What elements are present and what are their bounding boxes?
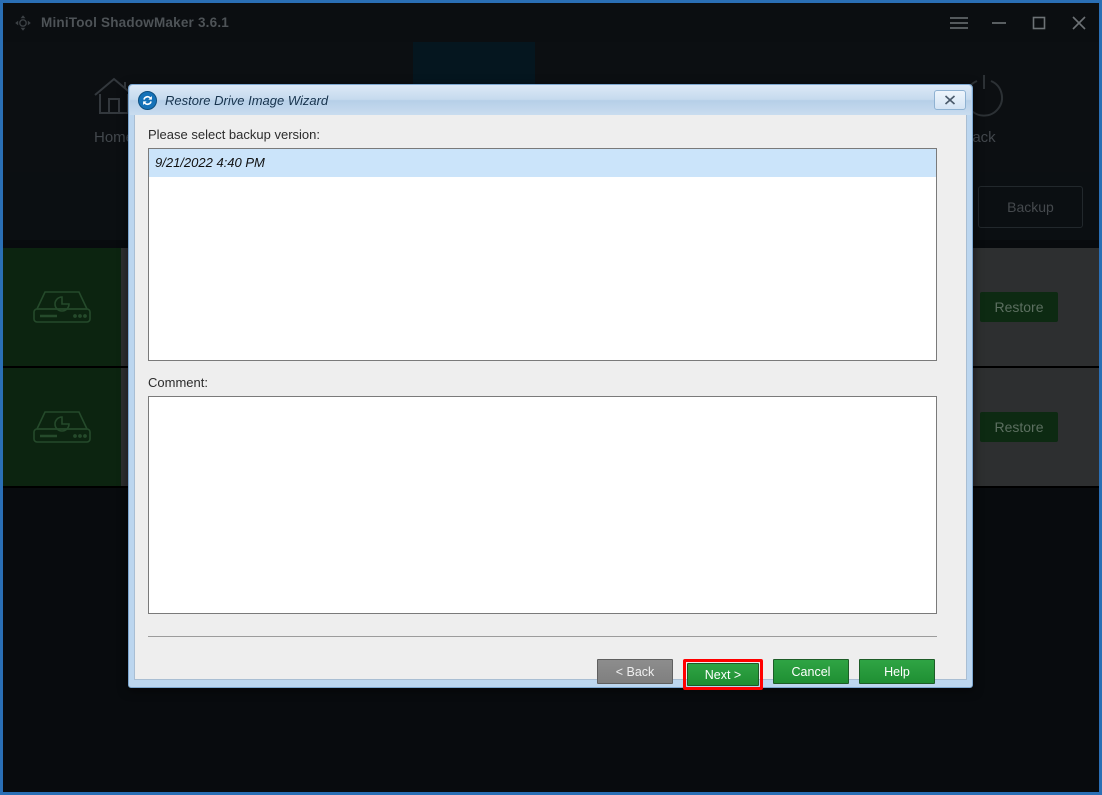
- help-button[interactable]: Help: [859, 659, 935, 684]
- nav-active-indicator: [413, 42, 535, 86]
- close-x-icon[interactable]: [934, 90, 966, 110]
- dialog-title: Restore Drive Image Wizard: [165, 93, 328, 108]
- app-title-bar: MiniTool ShadowMaker 3.6.1: [3, 0, 1099, 42]
- dialog-divider: [148, 636, 937, 637]
- restore-button[interactable]: Restore: [980, 292, 1058, 322]
- sidebar-item-label: ack: [972, 129, 995, 146]
- next-button[interactable]: Next >: [687, 663, 759, 686]
- close-icon[interactable]: [1059, 2, 1099, 44]
- back-button[interactable]: < Back: [597, 659, 673, 684]
- shadowmaker-logo-icon: [138, 91, 157, 110]
- minimize-icon[interactable]: [979, 2, 1019, 44]
- window-controls: [939, 2, 1099, 44]
- comment-label: Comment:: [148, 375, 953, 390]
- comment-input[interactable]: [148, 396, 937, 614]
- list-item[interactable]: 9/21/2022 4:40 PM: [149, 149, 936, 177]
- add-backup-button[interactable]: Backup: [978, 186, 1083, 228]
- hard-drive-icon: [3, 368, 121, 486]
- next-button-highlight: Next >: [683, 659, 763, 690]
- version-list-label: Please select backup version:: [148, 127, 953, 142]
- shadowmaker-logo-icon: [13, 13, 33, 33]
- dialog-body: Please select backup version: 9/21/2022 …: [134, 115, 967, 680]
- backup-version-list[interactable]: 9/21/2022 4:40 PM: [148, 148, 937, 361]
- dialog-button-row: < Back Next > Cancel Help: [148, 659, 937, 690]
- menu-icon[interactable]: [939, 2, 979, 44]
- restore-button[interactable]: Restore: [980, 412, 1058, 442]
- restore-drive-image-wizard-dialog: Restore Drive Image Wizard Please select…: [128, 84, 973, 688]
- maximize-icon[interactable]: [1019, 2, 1059, 44]
- app-title: MiniTool ShadowMaker 3.6.1: [41, 15, 229, 30]
- hard-drive-icon: [3, 248, 121, 366]
- dialog-title-bar[interactable]: Restore Drive Image Wizard: [130, 85, 971, 115]
- cancel-button[interactable]: Cancel: [773, 659, 849, 684]
